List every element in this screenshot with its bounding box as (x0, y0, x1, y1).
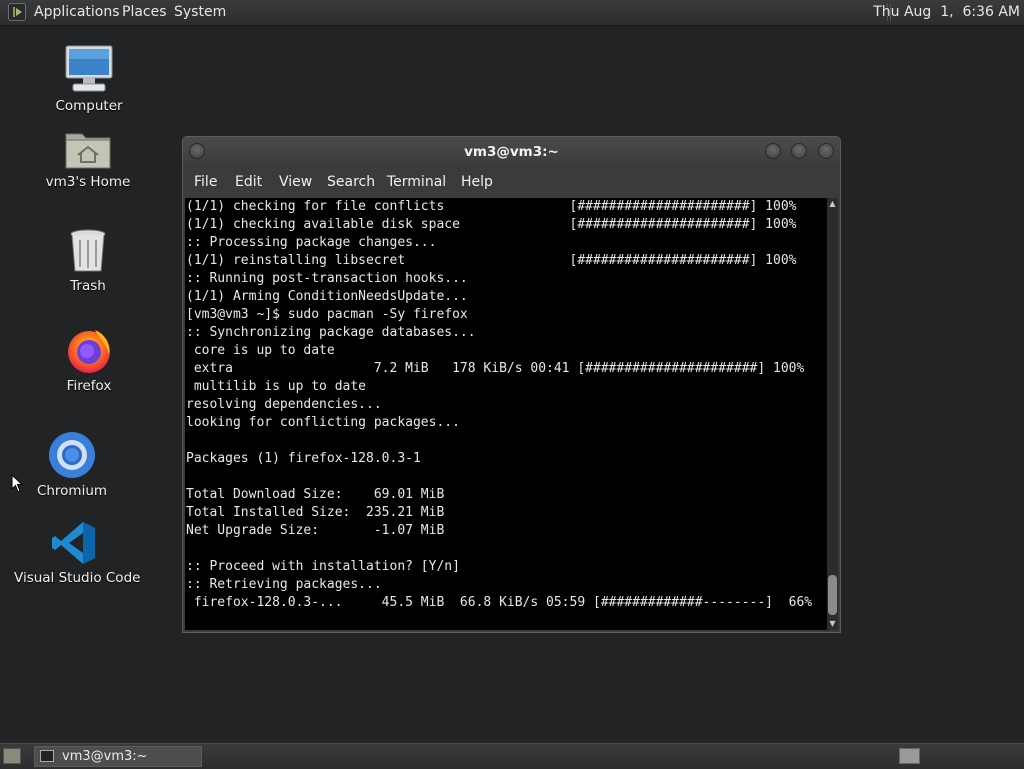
terminal-menubar: File Edit View Search Terminal Help (183, 167, 840, 197)
vscode-icon (52, 522, 95, 564)
terminal-scrollbar[interactable]: ▲ ▼ (827, 198, 838, 630)
terminal-line: Net Upgrade Size: -1.07 MiB (186, 523, 445, 538)
chromium-icon (49, 432, 95, 478)
menu-terminal[interactable]: Terminal (387, 174, 446, 190)
bottom-panel: vm3@vm3:~ (0, 743, 1024, 769)
window-title: vm3@vm3:~ (464, 144, 559, 160)
clock[interactable]: Thu Aug 1, 6:36 AM (873, 4, 1020, 21)
window-titlebar[interactable]: vm3@vm3:~ (183, 137, 840, 167)
terminal-line: Packages (1) firefox-128.0.3-1 (186, 451, 421, 466)
terminal-line: firefox-128.0.3-... 45.5 MiB 66.8 KiB/s … (186, 595, 813, 610)
terminal-line: (1/1) Arming ConditionNeedsUpdate... (186, 289, 468, 304)
terminal-line: core is up to date (186, 343, 335, 358)
terminal-line: Total Download Size: 69.01 MiB (186, 487, 445, 502)
desktop-icon-label: Trash (70, 278, 106, 294)
terminal-icon (40, 750, 54, 762)
terminal-line: (1/1) reinstalling libsecret [##########… (186, 253, 797, 268)
desktop-icon-computer[interactable]: Computer (44, 44, 134, 114)
terminal-line: (1/1) checking for file conflicts [#####… (186, 199, 797, 214)
desktop-icon-home[interactable]: vm3's Home (43, 128, 133, 190)
scrollbar-thumb[interactable] (828, 575, 837, 615)
terminal-line: looking for conflicting packages... (186, 415, 460, 430)
minimize-button[interactable] (765, 143, 781, 159)
terminal-line: (1/1) checking available disk space [###… (186, 217, 797, 232)
menu-help[interactable]: Help (461, 174, 493, 190)
terminal-text: (1/1) checking for file conflicts [#####… (185, 198, 827, 612)
desktop-icon-vscode[interactable]: Visual Studio Code (14, 520, 141, 586)
mouse-cursor-icon (11, 474, 23, 493)
desktop-icon-label: Chromium (36, 483, 108, 499)
terminal-output[interactable]: (1/1) checking for file conflicts [#####… (185, 198, 827, 630)
taskbar-item-terminal[interactable]: vm3@vm3:~ (34, 746, 202, 767)
terminal-line: [vm3@vm3 ~]$ sudo pacman -Sy firefox (186, 307, 468, 322)
terminal-line: resolving dependencies... (186, 397, 382, 412)
terminal-line: multilib is up to date (186, 379, 367, 394)
computer-icon (65, 45, 113, 92)
main-menu-icon[interactable] (8, 3, 26, 21)
desktop-icon-label: Firefox (66, 378, 112, 394)
desktop-icon-firefox[interactable]: Firefox (44, 326, 134, 394)
scroll-down-icon[interactable]: ▼ (828, 619, 837, 628)
menu-view[interactable]: View (279, 174, 312, 190)
desktop-icon-label: Visual Studio Code (14, 570, 141, 586)
taskbar-item-label: vm3@vm3:~ (62, 749, 148, 764)
system-menu[interactable]: System (174, 4, 226, 21)
menu-search[interactable]: Search (327, 174, 375, 190)
terminal-window[interactable]: vm3@vm3:~ File Edit View Search Terminal… (182, 136, 841, 633)
terminal-line: :: Proceed with installation? [Y/n] (186, 559, 460, 574)
terminal-line: :: Synchronizing package databases... (186, 325, 476, 340)
terminal-line: :: Processing package changes... (186, 235, 437, 250)
desktop-icon-label: vm3's Home (45, 174, 131, 190)
applications-menu[interactable]: Applications (34, 4, 120, 21)
close-button[interactable] (818, 143, 834, 159)
maximize-button[interactable] (791, 143, 807, 159)
menu-edit[interactable]: Edit (235, 174, 262, 190)
desktop-icon-trash[interactable]: Trash (43, 228, 133, 294)
desktop-icon-chromium[interactable]: Chromium (27, 431, 117, 499)
desktop-icon-label: Computer (55, 98, 123, 114)
show-desktop-icon[interactable] (3, 748, 21, 764)
places-menu[interactable]: Places (122, 4, 167, 21)
workspace-switcher[interactable] (899, 748, 920, 764)
terminal-line: Total Installed Size: 235.21 MiB (186, 505, 445, 520)
terminal-line: :: Retrieving packages... (186, 577, 382, 592)
home-folder-icon (65, 133, 111, 169)
menu-file[interactable]: File (194, 174, 217, 190)
terminal-line: extra 7.2 MiB 178 KiB/s 00:41 [#########… (186, 361, 805, 376)
terminal-line: :: Running post-transaction hooks... (186, 271, 468, 286)
trash-icon (70, 229, 106, 272)
scroll-up-icon[interactable]: ▲ (828, 199, 837, 208)
top-panel: Applications Places System Thu Aug 1, 6:… (0, 0, 1024, 26)
firefox-icon (68, 330, 110, 373)
